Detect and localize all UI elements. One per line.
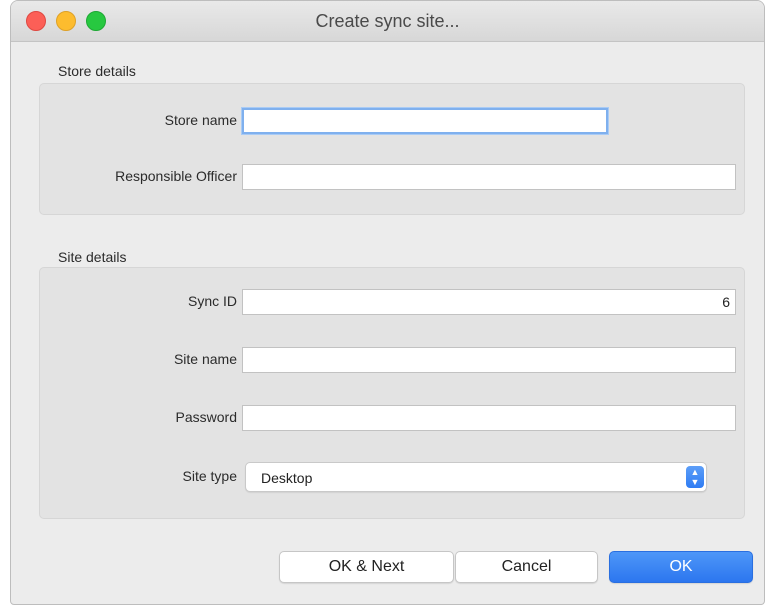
window-title: Create sync site...	[315, 11, 460, 31]
site-details-label: Site details	[58, 249, 127, 265]
site-name-input[interactable]	[242, 347, 736, 373]
ok-next-button[interactable]: OK & Next	[279, 551, 454, 583]
dialog-window: Create sync site... Store details Store …	[10, 0, 765, 605]
sync-id-input[interactable]	[242, 289, 736, 315]
responsible-officer-label: Responsible Officer	[115, 168, 237, 184]
site-type-label: Site type	[182, 468, 237, 484]
title-bar[interactable]: Create sync site...	[11, 1, 764, 42]
ok-button[interactable]: OK	[609, 551, 753, 583]
password-input[interactable]	[242, 405, 736, 431]
store-details-label: Store details	[58, 63, 136, 79]
password-label: Password	[175, 409, 237, 425]
cancel-button[interactable]: Cancel	[455, 551, 598, 583]
site-name-label: Site name	[173, 351, 237, 367]
sync-id-label: Sync ID	[187, 293, 237, 309]
up-down-chevron-icon: ▲ ▼	[686, 466, 704, 488]
site-type-select[interactable]: Desktop ▲ ▼	[245, 462, 707, 492]
store-details-group	[39, 83, 745, 215]
store-name-input[interactable]	[242, 108, 608, 134]
store-name-label: Store name	[164, 112, 237, 128]
responsible-officer-input[interactable]	[242, 164, 736, 190]
site-type-value: Desktop	[261, 470, 313, 486]
